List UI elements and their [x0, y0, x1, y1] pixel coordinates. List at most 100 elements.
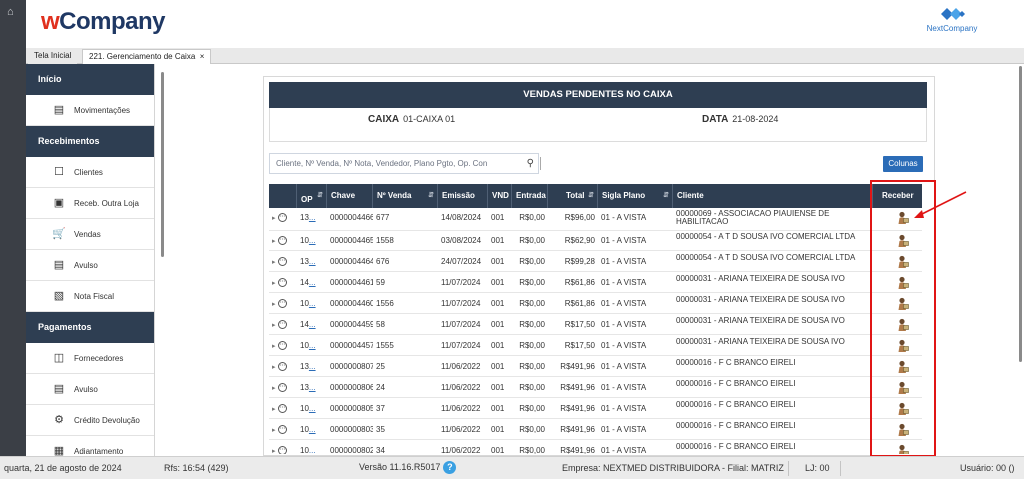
- table-row[interactable]: ▸ ⋯ 14... 0000004459 58 11/07/2024 001 R$0,00 R…: [269, 315, 922, 335]
- row-expand[interactable]: ▸ ⋯: [269, 378, 297, 398]
- op-cell[interactable]: 13...: [297, 378, 327, 398]
- op-more-link[interactable]: ...: [309, 446, 316, 454]
- tab-tela-inicial[interactable]: Tela Inicial: [28, 49, 78, 64]
- op-cell[interactable]: 13...: [297, 357, 327, 377]
- op-more-link[interactable]: ...: [309, 299, 316, 308]
- header-entrada[interactable]: Entrada: [512, 184, 548, 208]
- table-row[interactable]: ▸ ⋯ 10... 0000004460 1556 11/07/2024 001 R$0,0…: [269, 294, 922, 314]
- sidebar-scrollbar[interactable]: [161, 72, 164, 257]
- row-expand[interactable]: ▸ ⋯: [269, 441, 297, 454]
- sidebar-item-nota-fiscal[interactable]: ▧ Nota Fiscal: [26, 281, 154, 312]
- sort-icon[interactable]: ⇵: [663, 184, 669, 208]
- op-cell[interactable]: 10...: [297, 336, 327, 356]
- table-row[interactable]: ▸ ⋯ 13... 0000000807 25 11/06/2022 001 R$0,00 R…: [269, 357, 922, 377]
- table-row[interactable]: ▸ ⋯ 10... 0000000805 37 11/06/2022 001 R$0,00 R…: [269, 399, 922, 419]
- table-row[interactable]: ▸ ⋯ 13... 0000004466 677 14/08/2024 001 R$0,00…: [269, 208, 922, 231]
- op-cell[interactable]: 14...: [297, 315, 327, 335]
- options-icon[interactable]: ⋯: [277, 299, 287, 309]
- op-cell[interactable]: 14...: [297, 273, 327, 293]
- expand-arrow-icon[interactable]: ▸: [272, 343, 276, 350]
- sidebar-section-recebimentos[interactable]: Recebimentos: [26, 126, 154, 157]
- sidebar-item-adiantamento[interactable]: ▦ Adiantamento: [26, 436, 154, 456]
- options-icon[interactable]: ⋯: [277, 383, 287, 393]
- row-expand[interactable]: ▸ ⋯: [269, 336, 297, 356]
- expand-arrow-icon[interactable]: ▸: [272, 301, 276, 308]
- header-emissao[interactable]: Emissão: [438, 184, 488, 208]
- expand-arrow-icon[interactable]: ▸: [272, 238, 276, 245]
- expand-arrow-icon[interactable]: ▸: [272, 427, 276, 434]
- expand-arrow-icon[interactable]: ▸: [272, 322, 276, 329]
- header-chave[interactable]: Chave: [327, 184, 373, 208]
- tab-gerenciamento-caixa[interactable]: 221. Gerenciamento de Caixa ×: [82, 49, 212, 64]
- search-input[interactable]: Cliente, Nº Venda, Nº Nota, Vendedor, Pl…: [269, 153, 539, 174]
- header-op[interactable]: OP ⇵: [297, 184, 327, 208]
- op-more-link[interactable]: ...: [309, 257, 316, 266]
- options-icon[interactable]: ⋯: [277, 257, 287, 267]
- table-row[interactable]: ▸ ⋯ 10... 0000000803 35 11/06/2022 001 R$0,00 R…: [269, 420, 922, 440]
- op-more-link[interactable]: ...: [309, 383, 316, 392]
- columns-button[interactable]: Colunas: [883, 156, 923, 172]
- options-icon[interactable]: ⋯: [277, 236, 287, 246]
- sort-icon[interactable]: ⇵: [428, 184, 434, 208]
- search-icon[interactable]: ⚲: [527, 154, 534, 173]
- op-cell[interactable]: 10...: [297, 294, 327, 314]
- expand-arrow-icon[interactable]: ▸: [272, 364, 276, 371]
- row-expand[interactable]: ▸ ⋯: [269, 273, 297, 293]
- sort-icon[interactable]: ⇵: [317, 184, 323, 208]
- options-icon[interactable]: ⋯: [277, 362, 287, 372]
- options-icon[interactable]: ⋯: [277, 446, 287, 454]
- sidebar-item-avulso-receb[interactable]: ▤ Avulso: [26, 250, 154, 281]
- header-cliente[interactable]: Cliente: [673, 184, 873, 208]
- op-cell[interactable]: 10...: [297, 441, 327, 454]
- op-cell[interactable]: 13...: [297, 252, 327, 272]
- options-icon[interactable]: ⋯: [277, 320, 287, 330]
- expand-arrow-icon[interactable]: ▸: [272, 215, 276, 222]
- sidebar-item-avulso-pag[interactable]: ▤ Avulso: [26, 374, 154, 405]
- sidebar-item-credito-devolucao[interactable]: ⚙ Crédito Devolução: [26, 405, 154, 436]
- table-row[interactable]: ▸ ⋯ 10... 0000004457 1555 11/07/2024 001 R$0,0…: [269, 336, 922, 356]
- expand-arrow-icon[interactable]: ▸: [272, 280, 276, 287]
- op-more-link[interactable]: ...: [309, 236, 316, 245]
- sidebar-item-receb-outra-loja[interactable]: ▣ Receb. Outra Loja: [26, 188, 154, 219]
- sidebar-item-fornecedores[interactable]: ◫ Fornecedores: [26, 343, 154, 374]
- table-row[interactable]: ▸ ⋯ 14... 0000004461 59 11/07/2024 001 R$0,00 R…: [269, 273, 922, 293]
- op-more-link[interactable]: ...: [309, 320, 316, 329]
- op-more-link[interactable]: ...: [309, 213, 316, 222]
- page-scrollbar[interactable]: [1019, 66, 1022, 362]
- expand-arrow-icon[interactable]: ▸: [272, 259, 276, 266]
- header-vnd[interactable]: VND: [488, 184, 512, 208]
- op-cell[interactable]: 10...: [297, 231, 327, 251]
- op-more-link[interactable]: ...: [309, 404, 316, 413]
- expand-arrow-icon[interactable]: ▸: [272, 406, 276, 413]
- row-expand[interactable]: ▸ ⋯: [269, 208, 297, 228]
- row-expand[interactable]: ▸ ⋯: [269, 294, 297, 314]
- options-icon[interactable]: ⋯: [277, 341, 287, 351]
- sort-icon[interactable]: ⇵: [588, 184, 594, 208]
- sidebar-section-inicio[interactable]: Início: [26, 64, 154, 95]
- header-sigla-plano[interactable]: Sigla Plano ⇵: [598, 184, 673, 208]
- row-expand[interactable]: ▸ ⋯: [269, 399, 297, 419]
- table-row[interactable]: ▸ ⋯ 13... 0000000806 24 11/06/2022 001 R$0,00 R…: [269, 378, 922, 398]
- op-more-link[interactable]: ...: [309, 278, 316, 287]
- expand-arrow-icon[interactable]: ▸: [272, 448, 276, 454]
- op-more-link[interactable]: ...: [309, 362, 316, 371]
- row-expand[interactable]: ▸ ⋯: [269, 315, 297, 335]
- op-more-link[interactable]: ...: [309, 341, 316, 350]
- sidebar-section-pagamentos[interactable]: Pagamentos: [26, 312, 154, 343]
- op-cell[interactable]: 10...: [297, 420, 327, 440]
- sidebar-item-vendas[interactable]: 🛒 Vendas: [26, 219, 154, 250]
- header-total[interactable]: Total ⇵: [548, 184, 598, 208]
- row-expand[interactable]: ▸ ⋯: [269, 420, 297, 440]
- help-icon[interactable]: ?: [443, 461, 457, 474]
- options-icon[interactable]: ⋯: [277, 425, 287, 435]
- sidebar-item-clientes[interactable]: ☐ Clientes: [26, 157, 154, 188]
- expand-arrow-icon[interactable]: ▸: [272, 385, 276, 392]
- row-expand[interactable]: ▸ ⋯: [269, 357, 297, 377]
- op-cell[interactable]: 10...: [297, 399, 327, 419]
- table-row[interactable]: ▸ ⋯ 10... 0000004465 1558 03/08/2024 001 R$0,0…: [269, 231, 922, 251]
- op-more-link[interactable]: ...: [309, 425, 316, 434]
- home-icon[interactable]: ⌂: [7, 6, 14, 18]
- close-tab-icon[interactable]: ×: [200, 52, 205, 61]
- header-venda[interactable]: Nº Venda ⇵: [373, 184, 438, 208]
- row-expand[interactable]: ▸ ⋯: [269, 231, 297, 251]
